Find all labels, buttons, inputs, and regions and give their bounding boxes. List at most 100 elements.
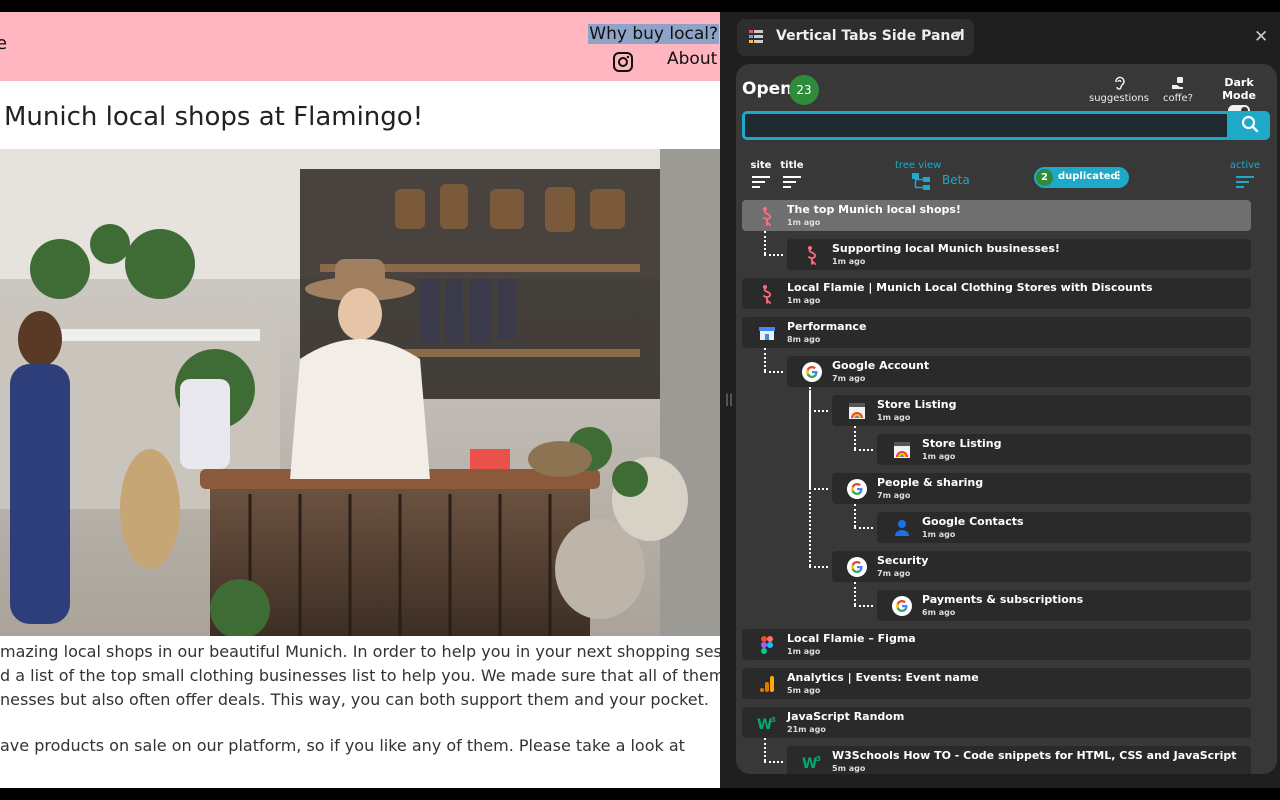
tab-time: 1m ago: [877, 413, 911, 422]
tab-title: Store Listing: [922, 437, 1002, 450]
panel-selector-dropdown[interactable]: Vertical Tabs Side Panel ▼: [737, 19, 974, 56]
tab-item[interactable]: W 3 W3Schools How TO - Code snippets for H…: [787, 746, 1251, 774]
tab-item[interactable]: The top Munich local shops! 1m ago: [742, 200, 1251, 231]
tab-time: 1m ago: [922, 452, 956, 461]
tree-connector: [809, 410, 828, 412]
site-header: e Why buy local? About: [0, 12, 720, 81]
tab-item[interactable]: Store Listing 1m ago: [877, 434, 1251, 465]
tab-item[interactable]: Supporting local Munich businesses! 1m ag…: [787, 239, 1251, 270]
flamingo-icon: [802, 245, 822, 265]
tab-title: W3Schools How TO - Code snippets for HTM…: [832, 749, 1237, 762]
tab-title: The top Munich local shops!: [787, 203, 961, 216]
tab-title: People & sharing: [877, 476, 984, 489]
google-icon: [847, 557, 867, 577]
tab-title: Store Listing: [877, 398, 957, 411]
tree-connector: [764, 231, 766, 254]
open-tabs-count-badge: 23: [789, 75, 819, 105]
tab-item[interactable]: Local Flamie – Figma 1m ago: [742, 629, 1251, 660]
tab-item[interactable]: Google Account 7m ago: [787, 356, 1251, 387]
rainbow-store-icon: [847, 401, 867, 421]
tab-time: 7m ago: [832, 374, 866, 383]
tree-connector: [854, 527, 873, 529]
tree-connector: [764, 254, 783, 256]
google-icon: [892, 596, 912, 616]
w3schools-icon: W3: [757, 713, 777, 733]
tab-time: 1m ago: [832, 257, 866, 266]
more-vertical-icon[interactable]: ⋮: [1113, 169, 1124, 182]
tab-title: Local Flamie – Figma: [787, 632, 916, 645]
sort-site-label: site: [750, 160, 772, 171]
tab-time: 8m ago: [787, 335, 821, 344]
tree-connector: [764, 371, 783, 373]
tab-item[interactable]: Performance 8m ago: [742, 317, 1251, 348]
sort-by-site-button[interactable]: site: [748, 160, 774, 189]
tab-time: 1m ago: [787, 218, 821, 227]
tab-item[interactable]: People & sharing 7m ago: [832, 473, 1251, 504]
tab-item[interactable]: Analytics | Events: Event name 5m ago: [742, 668, 1251, 699]
nav-link-why-buy-local[interactable]: Why buy local?: [588, 24, 719, 44]
tab-time: 1m ago: [922, 530, 956, 539]
tab-item[interactable]: Google Contacts 1m ago: [877, 512, 1251, 543]
body-paragraph-2: ave products on sale on our platform, so…: [0, 736, 685, 755]
side-panel: || Vertical Tabs Side Panel ▼ ✕ Open 23 …: [720, 12, 1280, 788]
tree-view-icon: [912, 173, 930, 190]
tab-title: Google Contacts: [922, 515, 1024, 528]
tree-connector: [764, 761, 783, 763]
tree-connector: [809, 387, 811, 566]
tab-item[interactable]: Payments & subscriptions 6m ago: [877, 590, 1251, 621]
coffee-button[interactable]: coffe?: [1160, 76, 1196, 104]
vertical-tabs-icon: [748, 29, 764, 45]
tree-connector: [854, 449, 873, 451]
w3schools-icon: W3: [802, 752, 822, 772]
tab-list: The top Munich local shops! 1m ago Support…: [736, 200, 1277, 774]
tree-connector: [854, 582, 856, 605]
tree-view-label: tree view: [895, 160, 942, 171]
svg-text:3: 3: [771, 716, 776, 724]
suggestions-button[interactable]: suggestions: [1088, 76, 1150, 104]
tab-item[interactable]: Store Listing 1m ago: [832, 395, 1251, 426]
tree-connector: [854, 605, 873, 607]
tree-view-button[interactable]: tree view Beta: [895, 160, 970, 190]
tab-title: JavaScript Random: [787, 710, 905, 723]
tab-item[interactable]: W 3 JavaScript Random 21m ago: [742, 707, 1251, 738]
tab-title: Local Flamie | Munich Local Clothing Sto…: [787, 281, 1153, 294]
sort-by-active-button[interactable]: active: [1225, 160, 1265, 189]
contacts-icon: [892, 518, 912, 538]
sort-icon: [752, 176, 770, 188]
nav-link-about[interactable]: About: [667, 49, 717, 69]
coffee-hand-icon: [1172, 77, 1183, 89]
tab-item[interactable]: Local Flamie | Munich Local Clothing Sto…: [742, 278, 1251, 309]
tab-title: Supporting local Munich businesses!: [832, 242, 1060, 255]
tab-time: 1m ago: [787, 296, 821, 305]
search-icon: [1241, 115, 1259, 133]
tree-connector: [764, 738, 766, 761]
tab-title: Google Account: [832, 359, 930, 372]
sort-icon: [1236, 176, 1254, 188]
panel-title: Vertical Tabs Side Panel: [776, 28, 965, 44]
search-input[interactable]: [742, 111, 1230, 140]
site-brand[interactable]: e: [0, 33, 7, 54]
body-paragraph-1: mazing local shops in our beautiful Muni…: [0, 642, 720, 709]
tree-connector: [809, 488, 828, 490]
tab-time: 5m ago: [787, 686, 821, 695]
store-icon: [757, 323, 777, 343]
open-tabs-label: Open: [742, 79, 793, 99]
vertical-tabs-container: Open 23 suggestions coffe? Dark Mode sit…: [736, 64, 1277, 774]
sort-by-title-button[interactable]: title: [779, 160, 805, 189]
web-page: e Why buy local? About Munich local shop…: [0, 12, 720, 788]
resize-handle[interactable]: ||: [725, 392, 733, 406]
suggestions-label: suggestions: [1089, 93, 1149, 104]
instagram-icon[interactable]: [612, 51, 634, 73]
search-button[interactable]: [1230, 111, 1270, 140]
tab-time: 7m ago: [877, 491, 911, 500]
flamingo-icon: [757, 284, 777, 304]
duplicated-label: duplicated: [1058, 171, 1118, 182]
tree-connector: [764, 348, 766, 371]
tab-time: 5m ago: [832, 764, 866, 773]
close-icon[interactable]: ✕: [1254, 27, 1268, 47]
duplicated-tabs-button[interactable]: 2 duplicated ⋮: [1034, 167, 1129, 188]
chevron-down-icon: ▼: [954, 30, 962, 41]
sort-icon: [783, 176, 801, 188]
tab-time: 21m ago: [787, 725, 826, 734]
tab-item[interactable]: Security 7m ago: [832, 551, 1251, 582]
